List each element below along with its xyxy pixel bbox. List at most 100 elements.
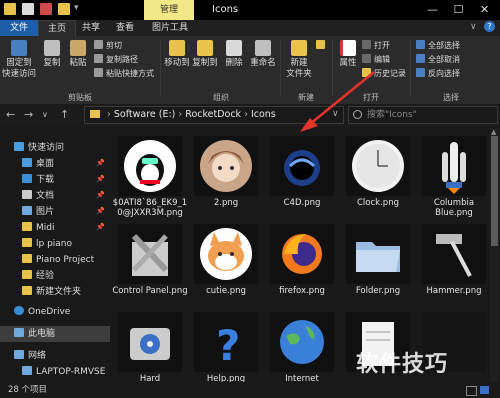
- sidebar-item-laptop[interactable]: LAPTOP-RMVSE: [0, 364, 105, 380]
- invert-selection-button[interactable]: 反向选择: [416, 68, 460, 80]
- copy-to-icon: [197, 40, 213, 56]
- file-thumbnail: [270, 136, 334, 196]
- file-name: Help.png: [206, 374, 246, 382]
- tab-picture-tools[interactable]: 图片工具: [148, 20, 192, 36]
- folder-icon: [356, 242, 400, 272]
- tab-view[interactable]: 查看: [110, 20, 140, 36]
- address-bar-row: ← → ∨ ↑ › Software (E:) › RocketDock › I…: [0, 104, 500, 126]
- file-item[interactable]: Folder.png: [340, 220, 416, 300]
- recent-locations-button[interactable]: ∨: [42, 107, 48, 123]
- file-item[interactable]: Clock.png: [340, 132, 416, 212]
- cut-button[interactable]: 剪切: [94, 40, 122, 52]
- folder-icon: [22, 222, 32, 231]
- file-item[interactable]: 2.png: [188, 132, 264, 212]
- new-folder-icon[interactable]: [58, 3, 70, 15]
- file-item[interactable]: Control Panel.png: [112, 220, 188, 300]
- sidebar-item-documents[interactable]: 文档: [0, 188, 54, 204]
- group-separator: [160, 40, 161, 96]
- large-icons-view-icon[interactable]: [480, 386, 489, 394]
- file-item[interactable]: Internet: [264, 308, 340, 382]
- file-item[interactable]: Columbia Blue.png: [416, 132, 488, 218]
- new-item-icon: [316, 40, 325, 49]
- new-folder-icon: [291, 40, 307, 56]
- file-item[interactable]: $0ATI8`86_EK9_10@JXXR3M.png: [112, 132, 188, 218]
- sidebar-item-onedrive[interactable]: OneDrive: [0, 304, 70, 320]
- file-name: $0ATI8`86_EK9_10@JXXR3M.png: [112, 198, 188, 218]
- rename-icon: [255, 40, 271, 56]
- file-name: Folder.png: [355, 286, 401, 296]
- back-button[interactable]: ←: [6, 107, 15, 123]
- scroll-up-icon[interactable]: ▲: [491, 128, 496, 136]
- copy-path-button[interactable]: 复制路径: [94, 54, 138, 66]
- file-thumbnail: [118, 136, 182, 196]
- sidebar-item-downloads[interactable]: 下载: [0, 172, 54, 188]
- breadcrumb-icons[interactable]: Icons: [251, 109, 276, 120]
- document-icon: [22, 190, 32, 199]
- folder-icon[interactable]: [4, 3, 16, 15]
- picture-icon: [22, 206, 32, 215]
- sidebar-item-this-pc[interactable]: 此电脑: [0, 326, 110, 342]
- sidebar-item-midi[interactable]: Midi: [0, 220, 54, 236]
- edit-button[interactable]: 编辑: [362, 54, 390, 66]
- rename-button[interactable]: 重命名: [248, 40, 278, 69]
- pin-icon: 📌: [96, 191, 105, 199]
- sidebar-item-new-folder[interactable]: 新建文件夹: [0, 284, 81, 300]
- file-item[interactable]: cutie.png: [188, 220, 264, 300]
- file-item[interactable]: Hammer.png: [416, 220, 488, 300]
- group-label-select: 选择: [443, 93, 459, 102]
- copy-to-button[interactable]: 复制到: [192, 40, 218, 69]
- sidebar-item-desktop[interactable]: 桌面: [0, 156, 54, 172]
- details-view-icon[interactable]: [466, 386, 477, 396]
- paste-shortcut-icon: [94, 68, 103, 77]
- paste-button[interactable]: 粘贴: [66, 40, 90, 69]
- file-thumbnail: ?: [194, 312, 258, 372]
- breadcrumb-rocketdock[interactable]: RocketDock: [185, 109, 241, 120]
- delete-button[interactable]: 删除: [222, 40, 246, 69]
- forward-button[interactable]: →: [24, 107, 33, 123]
- file-item[interactable]: C4D.png: [264, 132, 340, 212]
- file-thumbnail: [422, 136, 486, 196]
- properties-icon[interactable]: [22, 3, 34, 15]
- properties-button[interactable]: 属性: [336, 40, 360, 69]
- breadcrumb-software[interactable]: Software (E:): [114, 109, 176, 120]
- folder-icon: [22, 254, 32, 263]
- sidebar-item-quick-access[interactable]: 快速访问: [0, 140, 64, 156]
- copy-button[interactable]: 复制: [40, 40, 64, 69]
- maximize-button[interactable]: ☐: [446, 0, 471, 20]
- tab-home[interactable]: 主页: [38, 20, 76, 37]
- file-item[interactable]: ? Help.png: [188, 308, 264, 382]
- pin-quick-access-button[interactable]: 固定到 快速访问: [2, 40, 36, 80]
- sidebar-item-piano-project[interactable]: Piano Project: [0, 252, 94, 268]
- scissors-icon: [94, 40, 103, 49]
- select-none-button[interactable]: 全部取消: [416, 54, 460, 66]
- sidebar-item-network[interactable]: 网络: [0, 348, 46, 364]
- clock-icon: [352, 140, 404, 192]
- group-separator: [280, 40, 281, 96]
- firefox-icon: [282, 234, 322, 274]
- customize-qa-icon[interactable]: ▾: [74, 3, 79, 13]
- file-item[interactable]: Hard: [112, 308, 188, 382]
- help-icon[interactable]: ?: [484, 21, 495, 32]
- check-icon[interactable]: [40, 3, 52, 15]
- sidebar-item-pictures[interactable]: 图片: [0, 204, 54, 220]
- new-item-button[interactable]: [316, 40, 328, 52]
- paste-shortcut-button[interactable]: 粘贴快捷方式: [94, 68, 154, 80]
- open-button[interactable]: 打开: [362, 40, 390, 52]
- pin-icon: 📌: [96, 207, 105, 215]
- file-item[interactable]: firefox.png: [264, 220, 340, 300]
- file-name: Clock.png: [357, 198, 399, 208]
- close-button[interactable]: ✕: [472, 0, 497, 20]
- tab-file[interactable]: 文件: [0, 20, 38, 36]
- file-name: cutie.png: [206, 286, 246, 296]
- up-button[interactable]: ↑: [60, 107, 69, 123]
- tab-manage[interactable]: 管理: [144, 0, 194, 20]
- edit-icon: [362, 54, 371, 63]
- sidebar-item-experience[interactable]: 经验: [0, 268, 54, 284]
- chevron-down-icon[interactable]: ∨: [470, 22, 477, 32]
- scrollbar-thumb[interactable]: [491, 136, 498, 246]
- minimize-button[interactable]: —: [420, 0, 445, 20]
- tab-share[interactable]: 共享: [76, 20, 106, 36]
- select-all-button[interactable]: 全部选择: [416, 40, 460, 52]
- sidebar-item-lp-piano[interactable]: lp piano: [0, 236, 72, 252]
- move-to-button[interactable]: 移动到: [164, 40, 190, 69]
